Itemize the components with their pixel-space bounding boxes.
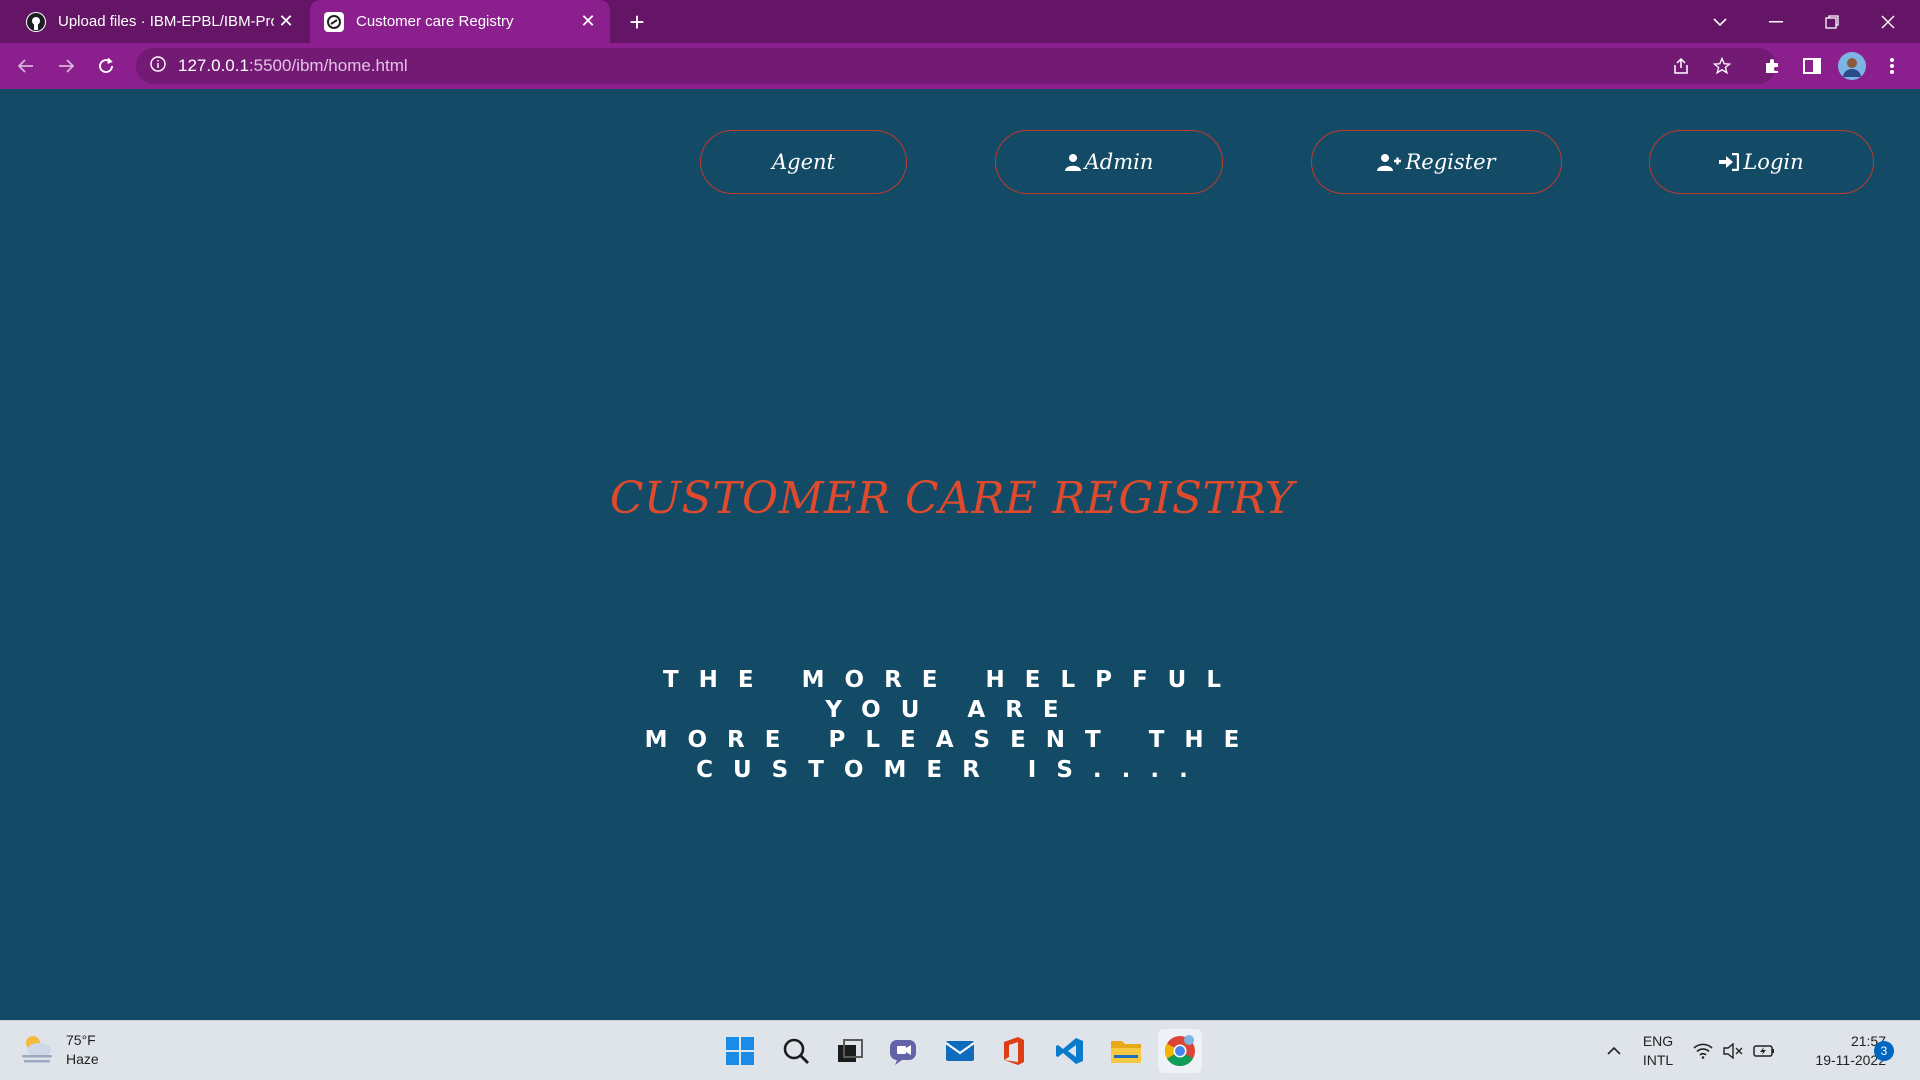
weather-temp: 75°F	[66, 1032, 96, 1048]
agent-label: Agent	[772, 150, 835, 174]
weather-condition: Haze	[66, 1051, 99, 1067]
register-button[interactable]: Register	[1311, 130, 1562, 194]
mail-icon[interactable]	[938, 1029, 982, 1073]
chrome-icon[interactable]	[1158, 1029, 1202, 1073]
browser-tab-strip: Upload files · IBM-EPBL/IBM-Proj ✕ Custo…	[0, 0, 1920, 43]
notification-count-badge[interactable]: 3	[1874, 1041, 1894, 1061]
login-label: Login	[1743, 150, 1804, 174]
register-label: Register	[1405, 150, 1496, 174]
url-host: 127.0.0.1	[178, 56, 249, 75]
task-view-icon[interactable]	[828, 1029, 872, 1073]
tab-customer-care-registry[interactable]: Customer care Registry ✕	[310, 0, 610, 43]
tagline-line-1: THE MORE HELPFUL YOU ARE	[662, 667, 1242, 723]
extensions-puzzle-icon[interactable]	[1756, 50, 1788, 82]
side-panel-icon[interactable]	[1796, 50, 1828, 82]
wifi-icon[interactable]	[1690, 1021, 1716, 1080]
input-language-indicator[interactable]: ENG INTL	[1636, 1021, 1680, 1080]
url-path: :5500/ibm/home.html	[248, 56, 408, 75]
start-windows-icon[interactable]	[718, 1029, 762, 1073]
search-icon[interactable]	[774, 1029, 818, 1073]
profile-avatar[interactable]	[1836, 50, 1868, 82]
admin-label: Admin	[1084, 150, 1154, 174]
minimize-icon[interactable]	[1748, 0, 1804, 43]
url-text: 127.0.0.1:5500/ibm/home.html	[178, 56, 408, 76]
file-explorer-icon[interactable]	[1104, 1029, 1148, 1073]
forward-arrow-icon[interactable]	[50, 50, 82, 82]
site-info-icon[interactable]	[150, 55, 166, 77]
office-icon[interactable]	[992, 1029, 1036, 1073]
show-hidden-icons-chevron-icon[interactable]	[1598, 1021, 1630, 1080]
clock[interactable]: 21:57 19-11-2022	[1786, 1021, 1886, 1080]
sign-in-icon	[1719, 153, 1740, 171]
menu-kebab-icon[interactable]	[1876, 50, 1908, 82]
tagline-line-2: MORE PLEASENT THE CUSTOMER IS....	[644, 727, 1260, 783]
tagline: THE MORE HELPFUL YOU ARE MORE PLEASENT T…	[600, 665, 1304, 785]
close-tab-icon[interactable]: ✕	[576, 10, 600, 34]
tab-title: Upload files · IBM-EPBL/IBM-Proj	[58, 13, 274, 30]
close-tab-icon[interactable]: ✕	[274, 10, 298, 34]
browser-toolbar: 127.0.0.1:5500/ibm/home.html	[0, 43, 1920, 89]
back-arrow-icon[interactable]	[10, 50, 42, 82]
close-window-icon[interactable]	[1860, 0, 1916, 43]
vscode-icon[interactable]	[1048, 1029, 1092, 1073]
battery-charging-icon[interactable]	[1750, 1021, 1778, 1080]
bookmark-star-icon[interactable]	[1706, 50, 1738, 82]
restore-icon[interactable]	[1804, 0, 1860, 43]
weather-haze-icon	[20, 1033, 54, 1068]
volume-muted-icon[interactable]	[1720, 1021, 1746, 1080]
share-icon[interactable]	[1665, 50, 1697, 82]
weather-widget[interactable]: 75°F Haze	[20, 1031, 99, 1069]
agent-button[interactable]: Agent	[700, 130, 907, 194]
user-icon	[1064, 153, 1081, 171]
user-plus-icon	[1377, 153, 1402, 171]
address-bar[interactable]: 127.0.0.1:5500/ibm/home.html	[136, 48, 1776, 84]
tab-upload-files[interactable]: Upload files · IBM-EPBL/IBM-Proj ✕	[8, 0, 308, 43]
site-favicon-icon	[324, 11, 344, 32]
tab-search-chevron-icon[interactable]	[1692, 0, 1748, 43]
github-icon	[26, 11, 46, 32]
admin-button[interactable]: Admin	[995, 130, 1223, 194]
lang-line-2: INTL	[1642, 1052, 1674, 1068]
teams-chat-icon[interactable]	[882, 1029, 926, 1073]
page-title: CUSTOMER CARE REGISTRY	[609, 473, 1295, 524]
new-tab-plus-icon[interactable]: +	[622, 7, 652, 37]
lang-line-1: ENG	[1642, 1033, 1674, 1049]
reload-icon[interactable]	[90, 50, 122, 82]
tab-title: Customer care Registry	[356, 13, 514, 30]
page-viewport: Agent Admin Register Login CUSTOMER CARE…	[0, 89, 1920, 1020]
login-button[interactable]: Login	[1649, 130, 1874, 194]
os-taskbar: 75°F Haze ENG INTL 21:57 19-11-2022 3	[0, 1020, 1920, 1080]
